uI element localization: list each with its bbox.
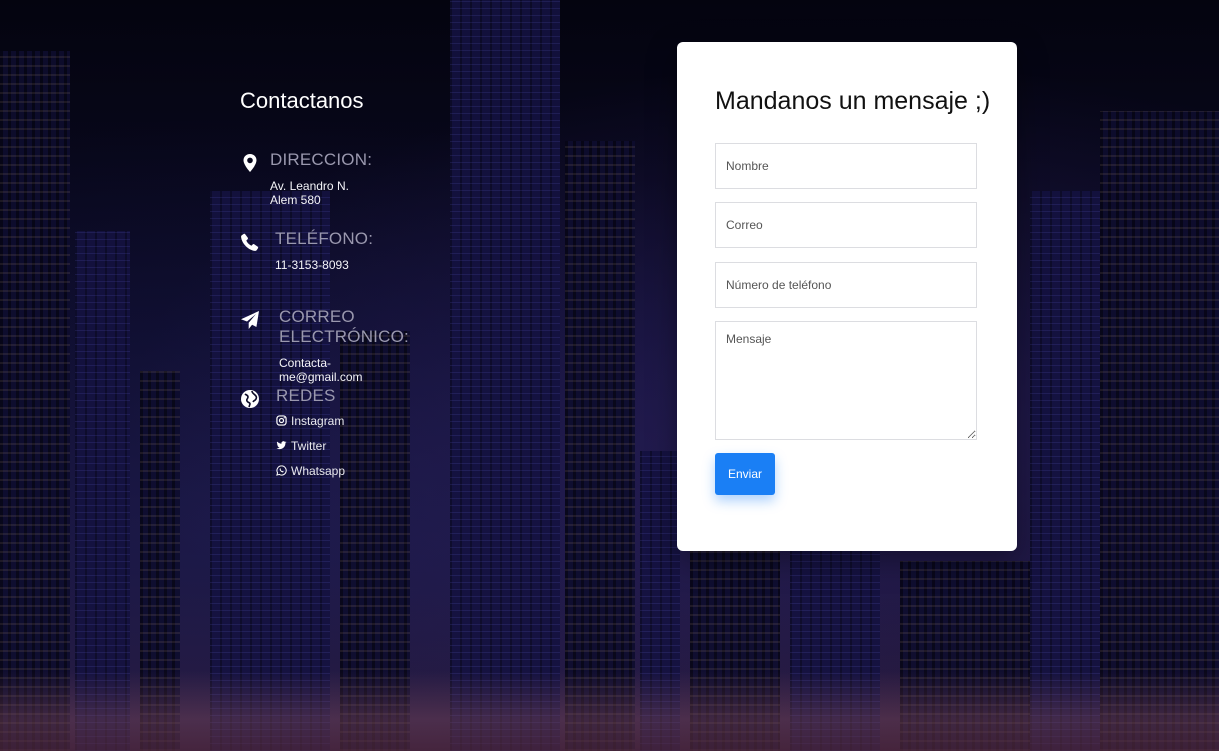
map-pin-icon bbox=[240, 153, 260, 173]
phone-input[interactable] bbox=[715, 262, 977, 308]
twitter-label: Twitter bbox=[291, 438, 327, 453]
whatsapp-icon bbox=[276, 465, 287, 476]
name-input[interactable] bbox=[715, 143, 977, 189]
address-label: DIRECCION: bbox=[270, 150, 373, 169]
phone-item: TELÉFONO: 11-3153-8093 bbox=[240, 229, 373, 272]
social-label: REDES bbox=[276, 386, 336, 405]
message-textarea[interactable] bbox=[715, 321, 977, 440]
contact-info: Contactanos bbox=[240, 88, 364, 114]
instagram-link[interactable]: Instagram bbox=[276, 408, 345, 433]
phone-icon bbox=[240, 232, 260, 252]
social-item: REDES Instagram Twitter Whatsapp bbox=[240, 386, 345, 478]
message-form-card: Mandanos un mensaje ;) Enviar bbox=[677, 42, 1017, 551]
whatsapp-link[interactable]: Whatsapp bbox=[276, 458, 345, 483]
twitter-link[interactable]: Twitter bbox=[276, 433, 345, 458]
email-item: CORREO ELECTRÓNICO: Contacta-me@gmail.co… bbox=[240, 307, 409, 384]
address-value: Av. Leandro N. Alem 580 bbox=[270, 179, 349, 207]
email-value: Contacta-me@gmail.com bbox=[279, 356, 363, 384]
instagram-label: Instagram bbox=[291, 413, 345, 428]
email-label: CORREO ELECTRÓNICO: bbox=[279, 307, 409, 346]
twitter-icon bbox=[276, 441, 287, 450]
submit-button[interactable]: Enviar bbox=[715, 453, 775, 495]
phone-label: TELÉFONO: bbox=[275, 229, 374, 248]
globe-icon bbox=[240, 389, 260, 409]
contact-title: Contactanos bbox=[240, 88, 364, 113]
whatsapp-label: Whatsapp bbox=[291, 463, 346, 478]
address-item: DIRECCION: Av. Leandro N. Alem 580 bbox=[240, 150, 372, 207]
paper-plane-icon bbox=[240, 310, 260, 330]
instagram-icon bbox=[276, 415, 287, 426]
phone-value: 11-3153-8093 bbox=[275, 258, 349, 272]
city-background bbox=[0, 0, 1219, 751]
email-input[interactable] bbox=[715, 202, 977, 248]
form-title: Mandanos un mensaje ;) bbox=[715, 87, 991, 115]
